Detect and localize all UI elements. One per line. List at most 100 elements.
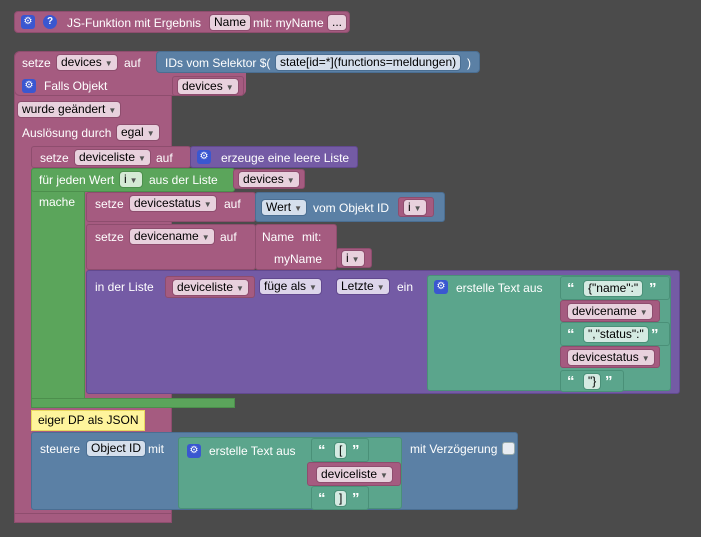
create-empty-list-block[interactable]: ⚙ erzeuge eine leere Liste [190, 146, 358, 168]
selector-close-label: ) [467, 56, 471, 70]
text-part-var-block[interactable]: devicestatus ▼ [560, 346, 660, 368]
control-text-part-field[interactable]: [ [334, 442, 348, 459]
insert-position-dropdown[interactable]: Letzte ▼ [336, 278, 390, 295]
object-var-dropdown[interactable]: devices ▼ [177, 78, 239, 95]
create-empty-list-label: erzeuge eine leere Liste [221, 151, 350, 165]
name-var-dropdown[interactable]: devicename ▼ [129, 228, 215, 245]
loop-list-dropdown[interactable]: devices ▼ [238, 171, 300, 188]
control-text-part-var-block[interactable]: deviceliste ▼ [307, 462, 401, 486]
changed-dropdown[interactable]: wurde geändert ▼ [17, 101, 122, 118]
from-list-label: aus der Liste [149, 173, 218, 187]
chevron-down-icon: ▼ [309, 283, 317, 292]
text-part-block[interactable]: “ ","status":" ” [560, 322, 670, 346]
loop-var-dropdown[interactable]: i ▼ [119, 171, 143, 188]
chevron-down-icon: ▼ [380, 471, 388, 480]
quote-open-icon: “ [567, 373, 575, 390]
quote-open-icon: “ [318, 490, 326, 507]
set-name-block[interactable]: setze devicename ▼ auf [86, 224, 256, 270]
triggered-by-dropdown[interactable]: egal ▼ [116, 124, 160, 141]
gear-icon[interactable]: ⚙ [21, 15, 35, 29]
text-part-field[interactable]: {"name":" [583, 280, 644, 297]
object-id-var-block[interactable]: i ▼ [398, 197, 434, 217]
selector-value-field[interactable]: state[id=*](functions=meldungen) [275, 54, 462, 71]
control-create-text-block[interactable]: ⚙ erstelle Text aus “ [ ” deviceliste ▼ “… [178, 437, 402, 510]
for-each-foot [31, 398, 235, 408]
object-var-block[interactable]: devices ▼ [172, 76, 244, 96]
get-value-block[interactable]: Wert ▼ vom Objekt ID i ▼ [255, 192, 445, 222]
create-text-block[interactable]: ⚙ erstelle Text aus “ {"name":" ” device… [427, 275, 671, 392]
insert-list-var-block[interactable]: deviceliste ▼ [165, 276, 255, 298]
object-id-var-dropdown[interactable]: i ▼ [403, 199, 427, 216]
set-list-to-label: auf [156, 151, 173, 165]
control-text-part-block[interactable]: “ [ ” [311, 438, 369, 462]
quote-close-icon: ” [649, 280, 657, 297]
status-var-dropdown[interactable]: devicestatus ▼ [129, 195, 217, 212]
control-block[interactable]: steuere Object ID mit mit Verzögerung ⚙ … [31, 432, 518, 510]
chevron-down-icon: ▼ [201, 233, 210, 242]
function-definition-block[interactable]: ⚙ ? JS-Funktion mit Ergebnis Name mit: m… [14, 11, 350, 33]
quote-open-icon: “ [318, 442, 326, 459]
chevron-down-icon: ▼ [376, 283, 385, 292]
text-part-field[interactable]: "} [583, 373, 602, 390]
text-part-var-block[interactable]: devicename ▼ [560, 300, 660, 322]
control-label: steuere [40, 442, 81, 456]
chevron-down-icon: ▼ [138, 154, 146, 163]
loop-list-block[interactable]: devices ▼ [233, 169, 305, 189]
chevron-down-icon: ▼ [641, 354, 650, 363]
chevron-down-icon: ▼ [413, 204, 422, 213]
quote-close-icon: ” [352, 490, 360, 507]
set-list-block[interactable]: setze deviceliste ▼ auf [31, 146, 191, 168]
delay-checkbox[interactable] [502, 442, 515, 455]
quote-close-icon: ” [352, 442, 360, 459]
list-insert-block[interactable]: in der Liste deviceliste ▼ füge als ▼ Letz… [86, 270, 680, 394]
control-with-label: mit [148, 442, 164, 456]
chevron-down-icon: ▼ [294, 204, 303, 213]
set-status-block[interactable]: setze devicestatus ▼ auf [86, 192, 256, 222]
set-name-to-label: auf [220, 230, 237, 244]
more-button[interactable]: ... [327, 14, 348, 31]
do-label: mache [39, 195, 76, 209]
selector-block[interactable]: IDs vom Selektor $( state[id=*](function… [156, 51, 480, 73]
help-icon[interactable]: ? [43, 15, 57, 29]
in-list-label: in der Liste [95, 280, 154, 294]
param-var-dropdown[interactable]: i ▼ [341, 250, 365, 267]
call-function-block[interactable]: Name mit: myName [255, 224, 337, 270]
create-text-label: erstelle Text aus [456, 281, 543, 295]
param-var-block[interactable]: i ▼ [336, 248, 372, 268]
insert-mode-dropdown[interactable]: füge als ▼ [259, 278, 322, 295]
object-id-field[interactable]: Object ID [86, 440, 147, 457]
function-param-label: mit: myName [253, 16, 324, 30]
gear-icon[interactable]: ⚙ [197, 150, 211, 164]
value-field-dropdown[interactable]: Wert ▼ [261, 199, 308, 216]
insert-list-var-dropdown[interactable]: deviceliste ▼ [172, 279, 249, 296]
control-text-part-block[interactable]: “ ] ” [311, 486, 369, 510]
set-list-label: setze [40, 151, 69, 165]
list-var-dropdown[interactable]: deviceliste ▼ [74, 149, 151, 166]
control-text-part-field[interactable]: ] [334, 490, 348, 507]
set-devices-label: setze [22, 56, 51, 70]
chevron-down-icon: ▼ [203, 200, 212, 209]
set-status-to-label: auf [224, 197, 241, 211]
gear-icon[interactable]: ⚙ [187, 444, 201, 458]
text-part-var-dropdown[interactable]: devicestatus ▼ [567, 349, 655, 366]
text-part-block[interactable]: “ {"name":" ” [560, 276, 670, 300]
function-name-field[interactable]: Name [209, 14, 252, 31]
call-function-param: myName [274, 252, 323, 266]
control-create-text-label: erstelle Text aus [209, 444, 296, 458]
call-function-with: mit: [302, 230, 322, 244]
gear-icon[interactable]: ⚙ [22, 79, 36, 93]
comment-bubble[interactable]: eiger DP als JSON [31, 410, 146, 431]
text-part-var-dropdown[interactable]: devicename ▼ [567, 303, 653, 320]
devices-var-dropdown[interactable]: devices ▼ [56, 54, 118, 71]
gear-icon[interactable]: ⚙ [434, 280, 448, 294]
chevron-down-icon: ▼ [225, 83, 234, 92]
control-text-part-var-dropdown[interactable]: deviceliste ▼ [316, 466, 393, 483]
text-part-block[interactable]: “ "} ” [560, 370, 624, 392]
delay-label: mit Verzögerung [410, 442, 498, 456]
trigger-block-foot [14, 513, 172, 523]
quote-open-icon: “ [567, 326, 575, 343]
triggered-by-label: Auslösung durch [22, 126, 112, 140]
chevron-down-icon: ▼ [108, 106, 117, 115]
text-part-field[interactable]: ","status":" [583, 326, 649, 343]
quote-open-icon: “ [567, 280, 575, 297]
